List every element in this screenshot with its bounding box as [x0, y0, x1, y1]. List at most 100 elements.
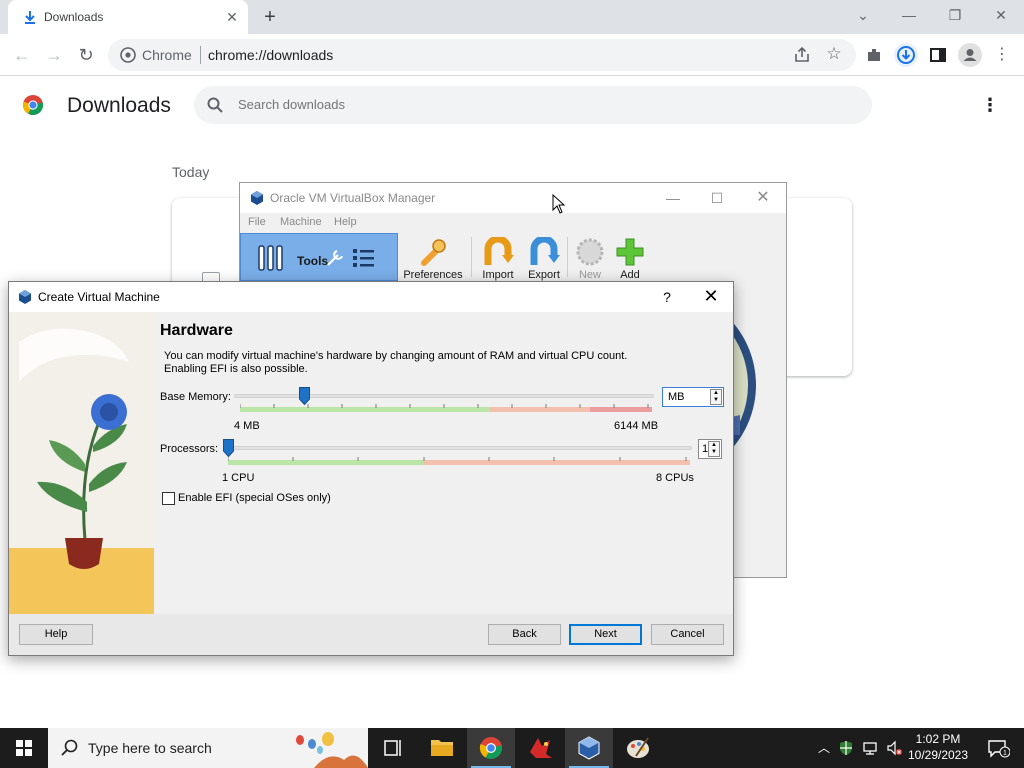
menu-machine[interactable]: Machine [280, 216, 322, 228]
new-label: New [578, 269, 601, 281]
show-hidden-icons-chevron-icon[interactable]: ︿ [816, 738, 832, 758]
chrome-taskbar-button[interactable] [467, 728, 515, 768]
processors-slider-handle[interactable] [223, 439, 234, 457]
menu-help[interactable]: Help [334, 216, 357, 228]
help-button[interactable]: Help [19, 624, 93, 645]
vbm-titlebar: Oracle VM VirtualBox Manager — ☐ ✕ [240, 183, 786, 213]
back-button[interactable]: ← [10, 43, 34, 67]
next-button[interactable]: Next [569, 624, 642, 645]
vbm-toolbar: Tools Preferences Import Export New Add [240, 233, 786, 281]
omnibox-site-label: Chrome [142, 47, 192, 63]
tools-label: Tools [297, 254, 329, 268]
base-memory-slider-handle[interactable] [299, 387, 311, 405]
enable-efi-checkbox[interactable] [162, 492, 175, 505]
close-window-button[interactable]: ✕ [989, 4, 1013, 26]
tab-close-icon[interactable]: ✕ [224, 9, 240, 25]
preferences-button[interactable]: Preferences [400, 235, 466, 281]
wrench-icon [327, 250, 343, 266]
maximize-button[interactable]: ☐ [706, 188, 728, 208]
security-shield-icon[interactable] [838, 738, 854, 758]
new-button[interactable]: New [570, 235, 610, 281]
vbm-menubar: File Machine Help [240, 213, 786, 233]
spin-down-icon[interactable]: ▼ [709, 449, 719, 456]
share-icon[interactable] [792, 45, 812, 65]
profile-avatar-icon[interactable] [958, 43, 982, 67]
downloads-toolbar-icon[interactable] [894, 43, 918, 67]
forward-button[interactable]: → [42, 43, 66, 67]
hardware-page: Hardware You can modify virtual machine'… [154, 312, 733, 614]
minimize-button[interactable]: — [897, 4, 921, 26]
cpu-max-label: 8 CPUs [656, 472, 694, 484]
file-explorer-button[interactable] [418, 728, 466, 768]
restore-button[interactable]: ❐ [943, 4, 967, 26]
search-icon [61, 739, 78, 756]
paint-palette-icon [627, 737, 649, 758]
back-button[interactable]: Back [488, 624, 561, 645]
menu-file[interactable]: File [248, 216, 266, 228]
spin-arrows[interactable]: ▲ ▼ [710, 389, 722, 405]
add-button[interactable]: Add [610, 235, 650, 281]
close-window-button[interactable]: ✕ [752, 188, 774, 208]
memory-max-label: 6144 MB [614, 420, 659, 432]
tools-button[interactable]: Tools [240, 233, 398, 281]
task-view-icon [384, 740, 401, 756]
red-app-button[interactable] [516, 728, 564, 768]
memory-min-label: 4 MB [234, 420, 260, 432]
side-panel-icon[interactable] [926, 43, 950, 67]
base-memory-slider[interactable] [234, 394, 654, 398]
list-view-icon[interactable] [351, 246, 377, 270]
notification-center-icon[interactable]: 1 [986, 738, 1010, 758]
chrome-menu-icon[interactable]: ⋮ [990, 43, 1014, 67]
volume-muted-icon[interactable] [886, 738, 902, 758]
chrome-site-icon [120, 47, 136, 63]
dialog-titlebar: Create Virtual Machine ? ✕ [9, 282, 733, 312]
close-icon[interactable]: ✕ [701, 286, 721, 306]
omnibox[interactable]: Chrome chrome://downloads ☆ [108, 39, 856, 71]
create-vm-dialog: Create Virtual Machine ? ✕ Hardware You … [8, 281, 734, 656]
clock-time[interactable]: 1:02 PM [906, 732, 970, 746]
search-input[interactable] [238, 97, 838, 112]
search-icon [207, 97, 223, 113]
network-icon[interactable] [862, 738, 878, 758]
notification-count: 1 [1003, 750, 1007, 757]
processors-slider[interactable] [226, 446, 692, 450]
minimize-button[interactable]: — [662, 188, 684, 208]
spin-up-icon[interactable]: ▲ [709, 442, 719, 449]
import-button[interactable]: Import [476, 235, 520, 281]
tab-downloads[interactable]: Downloads ✕ [8, 0, 248, 34]
enable-efi-label[interactable]: Enable EFI (special OSes only) [178, 492, 331, 504]
omnibox-url[interactable]: chrome://downloads [208, 47, 333, 63]
extensions-puzzle-icon[interactable] [862, 43, 886, 67]
taskbar-search-box[interactable]: Type here to search [48, 728, 368, 768]
spin-down-icon[interactable]: ▼ [711, 397, 721, 404]
task-view-button[interactable] [368, 728, 416, 768]
downloads-search[interactable] [194, 86, 872, 124]
base-memory-scale [240, 404, 652, 412]
spin-up-icon[interactable]: ▲ [711, 390, 721, 397]
paint-button[interactable] [614, 728, 662, 768]
taskbar-search-placeholder: Type here to search [88, 740, 212, 756]
virtualbox-taskbar-button[interactable] [565, 728, 613, 768]
reload-button[interactable]: ↻ [74, 43, 98, 67]
dialog-button-bar: Help Back Next Cancel [9, 614, 733, 655]
new-tab-button[interactable]: + [258, 6, 282, 28]
context-help-button[interactable]: ? [659, 287, 675, 307]
bookmark-star-icon[interactable]: ☆ [824, 44, 844, 64]
virtualbox-icon [578, 736, 600, 760]
spin-arrows[interactable]: ▲ ▼ [708, 441, 720, 457]
toolbar-separator [471, 237, 472, 277]
virtualbox-icon [251, 191, 263, 205]
export-button[interactable]: Export [522, 235, 566, 281]
page-heading: Hardware [160, 322, 233, 339]
windows-start-icon[interactable] [0, 728, 48, 768]
chrome-logo-icon [22, 95, 44, 116]
date-heading: Today [172, 164, 210, 180]
mouse-cursor-icon [552, 194, 566, 214]
processors-spinbox[interactable]: 1 ▲ ▼ [698, 439, 722, 459]
base-memory-spinbox[interactable]: MB ▲ ▼ [662, 387, 724, 407]
more-options-icon[interactable]: ⋮ [980, 94, 1000, 116]
import-label: Import [482, 269, 514, 281]
clock-date[interactable]: 10/29/2023 [906, 748, 970, 762]
chevron-down-icon[interactable]: ⌄ [851, 4, 875, 26]
cancel-button[interactable]: Cancel [651, 624, 724, 645]
